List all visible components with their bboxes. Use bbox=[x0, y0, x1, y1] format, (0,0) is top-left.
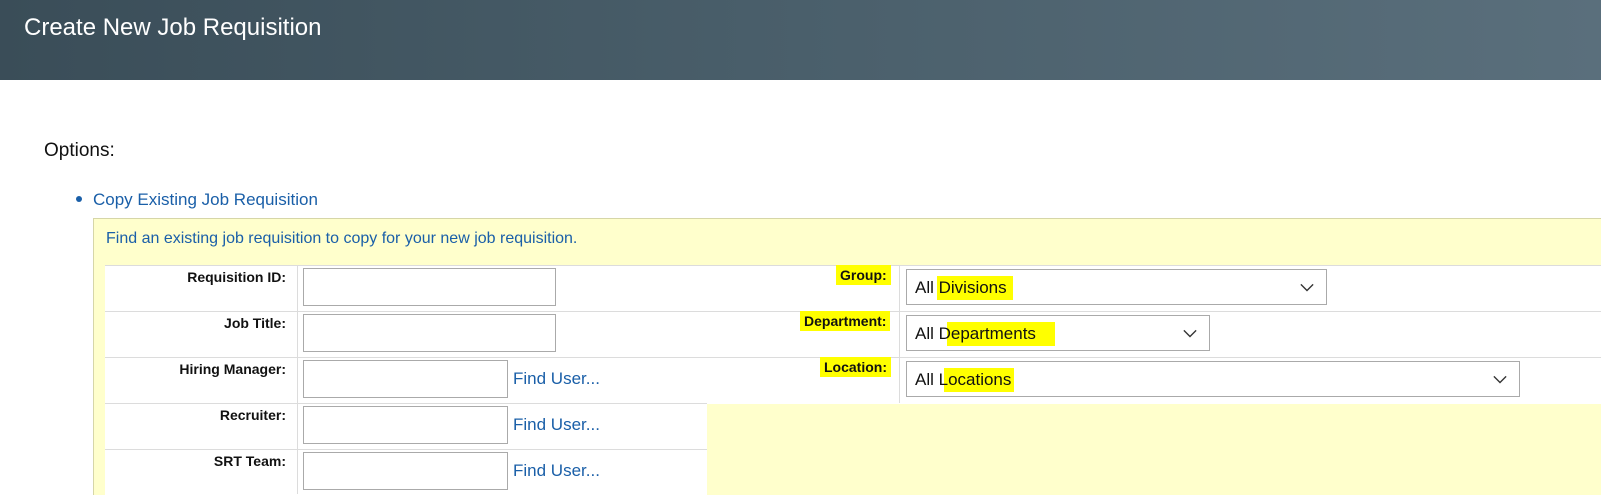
recruiter-input[interactable] bbox=[303, 406, 508, 444]
divider bbox=[899, 265, 900, 403]
page-title: Create New Job Requisition bbox=[24, 14, 322, 41]
find-user-link[interactable]: Find User... bbox=[513, 369, 600, 389]
srt-team-label: SRT Team: bbox=[213, 453, 286, 469]
group-label: Group: bbox=[836, 265, 891, 285]
find-user-link[interactable]: Find User... bbox=[513, 461, 600, 481]
recruiter-label: Recruiter: bbox=[219, 407, 286, 423]
copy-existing-link[interactable]: Copy Existing Job Requisition bbox=[93, 190, 318, 210]
srt-team-input[interactable] bbox=[303, 452, 508, 490]
requisition-id-label: Requisition ID: bbox=[187, 269, 286, 285]
find-user-link[interactable]: Find User... bbox=[513, 415, 600, 435]
location-select-value: All Locations bbox=[915, 370, 1012, 389]
job-title-label: Job Title: bbox=[224, 315, 286, 331]
chevron-down-icon bbox=[1300, 283, 1314, 292]
department-select[interactable]: All Departments bbox=[906, 315, 1210, 351]
bullet bbox=[76, 196, 82, 202]
page-header: Create New Job Requisition bbox=[0, 0, 1601, 80]
department-select-value: All Departments bbox=[915, 324, 1036, 343]
requisition-id-input[interactable] bbox=[303, 268, 556, 306]
options-label: Options: bbox=[44, 140, 115, 161]
group-select[interactable]: All Divisions bbox=[906, 269, 1327, 305]
hiring-manager-input[interactable] bbox=[303, 360, 508, 398]
chevron-down-icon bbox=[1183, 329, 1197, 338]
job-title-input[interactable] bbox=[303, 314, 556, 352]
hiring-manager-label: Hiring Manager: bbox=[179, 361, 286, 377]
chevron-down-icon bbox=[1493, 375, 1507, 384]
department-label: Department: bbox=[800, 311, 891, 331]
group-select-value: All Divisions bbox=[915, 278, 1007, 297]
panel-description: Find an existing job requisition to copy… bbox=[106, 230, 578, 247]
divider bbox=[297, 265, 298, 494]
location-select[interactable]: All Locations bbox=[906, 361, 1520, 397]
location-label: Location: bbox=[820, 357, 891, 377]
